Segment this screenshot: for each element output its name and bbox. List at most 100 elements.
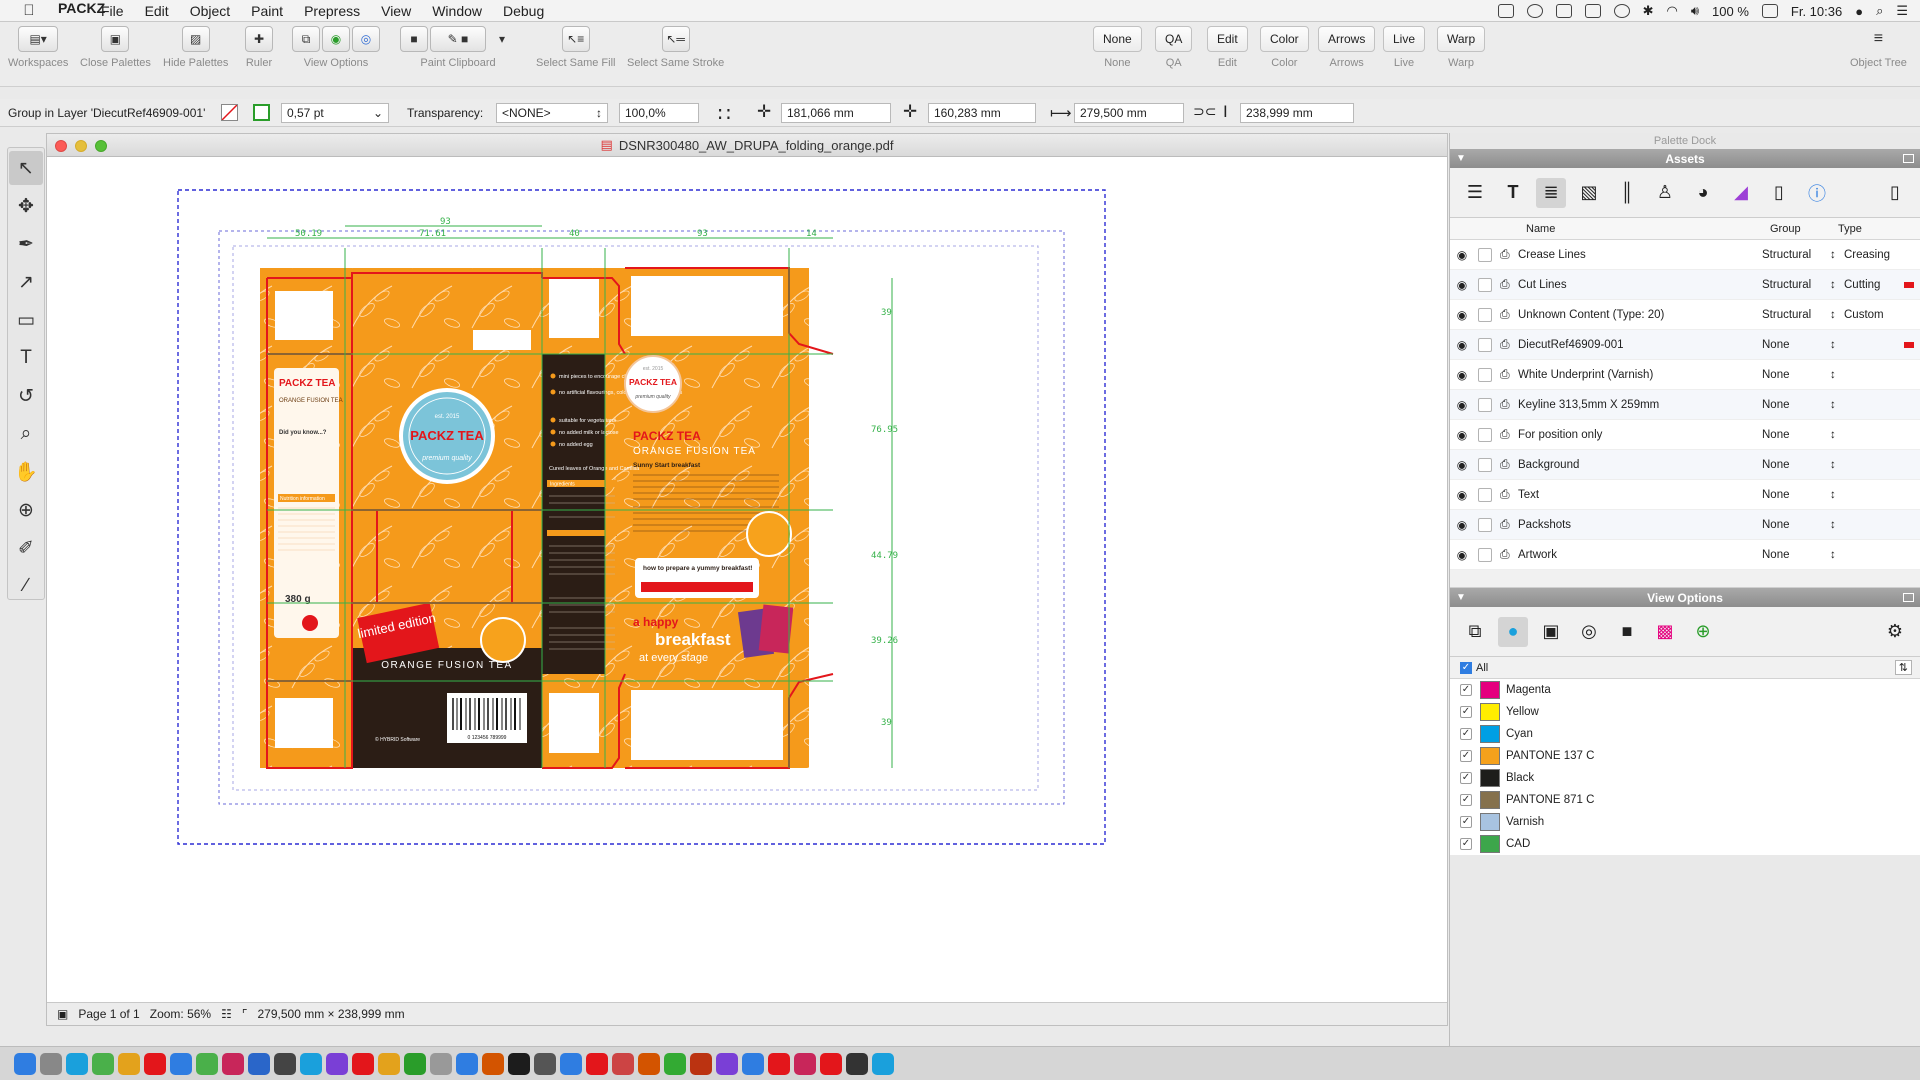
select-same-stroke-icon[interactable]: ↖═ [661,26,690,52]
dock-app-icon[interactable] [92,1052,114,1075]
spotlight-icon[interactable]: ⌕ [1876,3,1883,19]
list-icon[interactable]: ☰ [1460,178,1490,208]
opacity-field[interactable]: 100,0% [619,103,699,123]
layer-type[interactable]: Custom [1844,309,1904,321]
separation-checkbox[interactable]: ✓ [1460,794,1472,806]
layer-row[interactable]: ◉ ⎙ DiecutRef46909-001 None ↕ [1450,330,1920,360]
lock-checkbox[interactable] [1478,247,1492,262]
collapse-triangle-icon[interactable]: ▼ [1456,592,1466,603]
layer-row[interactable]: ◉ ⎙ Artwork None ↕ [1450,540,1920,570]
bluetooth-icon[interactable]: ✱ [1643,3,1654,19]
assets-panel-header[interactable]: ▼ Assets [1450,149,1920,168]
visibility-eye-icon[interactable]: ◉ [1450,338,1474,352]
print-icon[interactable]: ⎙ [1500,247,1518,262]
stepper-icon[interactable]: ↕ [1830,549,1844,561]
artwork-svg[interactable]: PACKZ TEA ORANGE FUSION TEA Did you know… [47,158,1447,1003]
print-icon[interactable]: ⎙ [1500,487,1518,502]
visibility-eye-icon[interactable]: ◉ [1450,428,1474,442]
stepper-icon[interactable]: ↕ [1830,249,1844,261]
dock-app-icon[interactable] [612,1052,634,1075]
rotate-tool-icon[interactable]: ↺ [9,379,43,413]
ruler-icon[interactable]: ✚ [245,26,273,52]
transparency-mode-select[interactable]: <NONE> ↕ [496,103,608,123]
separation-checkbox[interactable]: ✓ [1460,728,1472,740]
layer-row[interactable]: ◉ ⎙ Cut Lines Structural ↕ Cutting [1450,270,1920,300]
dock-app-icon[interactable] [690,1052,712,1075]
stepper-icon[interactable]: ↕ [1830,309,1844,321]
page-indicator[interactable]: Page 1 of 1 [78,1007,139,1021]
separation-checkbox[interactable]: ✓ [1460,750,1472,762]
canvas[interactable]: PACKZ TEA ORANGE FUSION TEA Did you know… [47,158,1447,1003]
column-group[interactable]: Group [1770,223,1838,235]
zoom-tool-icon[interactable]: ⌕ [9,417,43,451]
panel-menu-icon[interactable] [1903,593,1914,602]
layer-group[interactable]: Structural [1762,279,1830,291]
node-tool-icon[interactable]: ↗ [9,265,43,299]
select-same-stroke-group[interactable]: ↖═ Select Same Stroke [627,26,724,69]
black-view-icon[interactable]: ■ [1612,617,1642,647]
fill-none-swatch[interactable] [221,104,238,121]
dock-app-icon[interactable] [638,1052,660,1075]
view-preview-icon[interactable]: ◉ [322,26,350,52]
layer-group[interactable]: None [1762,519,1830,531]
print-icon[interactable]: ⎙ [1500,397,1518,412]
image-view-icon[interactable]: ▣ [1536,617,1566,647]
visibility-eye-icon[interactable]: ◉ [1450,278,1474,292]
separation-row[interactable]: ✓ Varnish [1450,811,1920,833]
view-mode-edit-group[interactable]: Edit Edit [1207,26,1248,69]
hide-palettes-icon[interactable]: ▨ [181,26,210,52]
outline-view-icon[interactable]: ⧉ [1460,617,1490,647]
user-icon[interactable]: ● [1855,4,1863,19]
separation-checkbox[interactable]: ✓ [1460,684,1472,696]
view-mode-live-group[interactable]: Live Live [1383,26,1426,69]
layer-row[interactable]: ◉ ⎙ Background None ↕ [1450,450,1920,480]
images-icon[interactable]: ▧ [1574,178,1604,208]
print-icon[interactable]: ⎙ [1500,337,1518,352]
dock-app-icon[interactable] [222,1052,244,1075]
dock-app-icon[interactable] [352,1052,374,1075]
layer-row[interactable]: ◉ ⎙ Crease Lines Structural ↕ Creasing [1450,240,1920,270]
separation-checkbox[interactable]: ✓ [1460,816,1472,828]
view-mode-qa-button[interactable]: QA [1155,26,1193,52]
stepper-icon[interactable]: ↕ [1830,339,1844,351]
column-name[interactable]: Name [1526,223,1770,235]
lock-checkbox[interactable] [1478,517,1492,532]
dock-app-icon[interactable] [534,1052,556,1075]
text-tool-icon[interactable]: T [9,341,43,375]
menu-object[interactable]: Object [190,3,230,19]
menu-debug[interactable]: Debug [503,3,544,19]
visibility-eye-icon[interactable]: ◉ [1450,518,1474,532]
apple-menu-icon[interactable]:  [20,2,38,19]
layer-row[interactable]: ◉ ⎙ Unknown Content (Type: 20) Structural ↕ C… [1450,300,1920,330]
columns-icon[interactable] [1584,4,1601,18]
stamp-icon[interactable]: ♙ [1650,178,1680,208]
zoom-window-icon[interactable] [95,140,107,152]
visibility-eye-icon[interactable]: ◉ [1450,458,1474,472]
dock-app-icon[interactable] [144,1052,166,1075]
view-mode-warp-button[interactable]: Warp [1437,26,1486,52]
dock-app-icon[interactable] [430,1052,452,1075]
layer-group[interactable]: None [1762,489,1830,501]
stepper-icon[interactable]: ↕ [1830,369,1844,381]
workspaces-icon[interactable]: ▤▾ [18,26,59,52]
app-menu[interactable]: PACKZ [58,0,105,22]
dock-app-icon[interactable] [40,1052,62,1075]
dock-app-icon[interactable] [872,1052,894,1075]
workspaces-group[interactable]: ▤▾ Workspaces [8,26,68,69]
dock-app-icon[interactable] [768,1052,790,1075]
separation-checkbox[interactable]: ✓ [1460,772,1472,784]
view-mode-color-group[interactable]: Color Color [1260,26,1309,69]
separation-checkbox[interactable]: ✓ [1460,706,1472,718]
print-icon[interactable]: ⎙ [1500,517,1518,532]
drive-icon[interactable] [1526,4,1543,18]
lock-checkbox[interactable] [1478,487,1492,502]
barcode-icon[interactable]: ║ [1612,178,1642,208]
dock-app-icon[interactable] [846,1052,868,1075]
view-mode-none-group[interactable]: None None [1093,26,1142,69]
layer-group[interactable]: None [1762,399,1830,411]
eyedropper-tool-icon[interactable]: ✐ [9,531,43,565]
layers-icon[interactable]: ≣ [1536,177,1566,208]
width-field[interactable]: 279,500 mm [1074,103,1184,123]
visibility-eye-icon[interactable]: ◉ [1450,368,1474,382]
page-icon[interactable]: ▣ [57,1007,68,1021]
